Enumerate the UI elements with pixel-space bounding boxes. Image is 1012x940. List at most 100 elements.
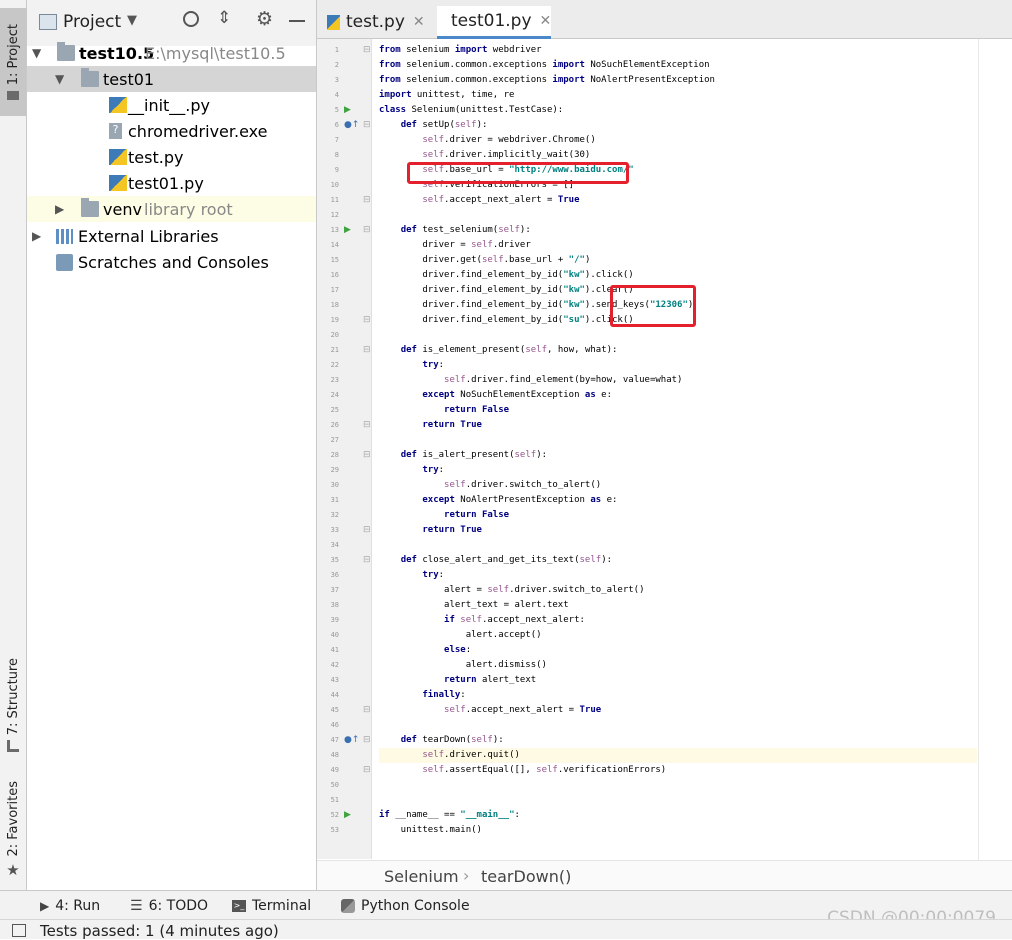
tab-test01-py[interactable]: test01.py ✕: [437, 6, 551, 39]
code-line[interactable]: alert.accept(): [379, 628, 977, 643]
code-line[interactable]: [379, 793, 977, 808]
tree-item-init-py[interactable]: __init__.py: [27, 92, 316, 118]
code-line[interactable]: alert_text = alert.text: [379, 598, 977, 613]
code-line[interactable]: from selenium.common.exceptions import N…: [379, 73, 977, 88]
terminal-tool-button[interactable]: >_ Terminal: [232, 891, 311, 920]
code-line[interactable]: from selenium import webdriver: [379, 43, 977, 58]
code-line[interactable]: except NoSuchElementException as e:: [379, 388, 977, 403]
run-tool-button[interactable]: ▶ 4: Run: [40, 891, 100, 920]
chevron-down-icon[interactable]: ▼: [127, 13, 137, 28]
fold-icon[interactable]: ⊟: [363, 555, 371, 565]
chevron-right-icon[interactable]: ▶: [32, 229, 41, 243]
code-line[interactable]: return alert_text: [379, 673, 977, 688]
override-gutter-icon[interactable]: ●↑: [344, 735, 359, 745]
todo-tool-button[interactable]: ☰ 6: TODO: [130, 891, 208, 920]
code-line[interactable]: def test_selenium(self):: [379, 223, 977, 238]
python-console-tool-button[interactable]: Python Console: [341, 891, 470, 920]
code-line[interactable]: def close_alert_and_get_its_text(self):: [379, 553, 977, 568]
code-line[interactable]: driver = self.driver: [379, 238, 977, 253]
tree-item-scratches[interactable]: Scratches and Consoles: [27, 249, 316, 275]
tree-item-venv[interactable]: ▶ venv library root: [27, 196, 316, 222]
fold-icon[interactable]: ⊟: [363, 345, 371, 355]
code-line[interactable]: driver.find_element_by_id("kw").click(): [379, 268, 977, 283]
code-line[interactable]: class Selenium(unittest.TestCase):: [379, 103, 977, 118]
code-line[interactable]: def tearDown(self):: [379, 733, 977, 748]
code-line[interactable]: self.assertEqual([], self.verificationEr…: [379, 763, 977, 778]
code-line[interactable]: [379, 718, 977, 733]
close-icon[interactable]: ✕: [413, 14, 425, 30]
favorites-tool-tab[interactable]: 2: Favorites ★: [0, 780, 26, 880]
collapse-all-icon[interactable]: ⇕: [217, 8, 231, 28]
fold-icon[interactable]: ⊟: [363, 315, 371, 325]
chevron-down-icon[interactable]: ▼: [55, 72, 64, 86]
code-line[interactable]: return True: [379, 523, 977, 538]
chevron-down-icon[interactable]: ▼: [32, 46, 41, 60]
fold-icon[interactable]: ⊟: [363, 225, 371, 235]
code-line[interactable]: self.driver.implicitly_wait(30): [379, 148, 977, 163]
code-line[interactable]: return True: [379, 418, 977, 433]
code-line[interactable]: try:: [379, 463, 977, 478]
close-icon[interactable]: ✕: [540, 13, 552, 29]
tree-item-test-py[interactable]: test.py: [27, 144, 316, 170]
tree-item-chromedriver[interactable]: ? chromedriver.exe: [27, 118, 316, 144]
run-gutter-icon[interactable]: ▶: [344, 105, 351, 115]
code-line[interactable]: [379, 208, 977, 223]
breadcrumb-method[interactable]: tearDown(): [481, 867, 571, 886]
code-line[interactable]: finally:: [379, 688, 977, 703]
code-line[interactable]: if self.accept_next_alert:: [379, 613, 977, 628]
code-line[interactable]: def is_element_present(self, how, what):: [379, 343, 977, 358]
code-line[interactable]: [379, 433, 977, 448]
code-line[interactable]: alert = self.driver.switch_to_alert(): [379, 583, 977, 598]
code-line[interactable]: def setUp(self):: [379, 118, 977, 133]
code-line[interactable]: try:: [379, 568, 977, 583]
tool-windows-icon[interactable]: [12, 924, 26, 937]
fold-icon[interactable]: ⊟: [363, 45, 371, 55]
fold-icon[interactable]: ⊟: [363, 195, 371, 205]
minimize-icon[interactable]: [289, 20, 305, 22]
code-line[interactable]: self.driver = webdriver.Chrome(): [379, 133, 977, 148]
code-line[interactable]: driver.get(self.base_url + "/"): [379, 253, 977, 268]
code-line[interactable]: self.accept_next_alert = True: [379, 193, 977, 208]
code-line[interactable]: unittest.main(): [379, 823, 977, 838]
code-line[interactable]: else:: [379, 643, 977, 658]
fold-icon[interactable]: ⊟: [363, 735, 371, 745]
project-tool-tab[interactable]: 1: Project: [0, 8, 26, 116]
chevron-right-icon[interactable]: ▶: [55, 202, 64, 216]
fold-icon[interactable]: ⊟: [363, 120, 371, 130]
structure-tool-tab[interactable]: 7: Structure: [0, 655, 26, 755]
target-icon[interactable]: [183, 11, 199, 27]
code-line[interactable]: except NoAlertPresentException as e:: [379, 493, 977, 508]
code-line[interactable]: [379, 778, 977, 793]
code-line[interactable]: return False: [379, 403, 977, 418]
code-line[interactable]: [379, 538, 977, 553]
code-line[interactable]: import unittest, time, re: [379, 88, 977, 103]
code-line[interactable]: self.accept_next_alert = True: [379, 703, 977, 718]
project-panel-title[interactable]: Project: [63, 12, 121, 32]
breadcrumb-class[interactable]: Selenium: [384, 867, 459, 886]
code-line[interactable]: self.driver.find_element(by=how, value=w…: [379, 373, 977, 388]
fold-icon[interactable]: ⊟: [363, 765, 371, 775]
run-gutter-icon[interactable]: ▶: [344, 810, 351, 820]
code-line[interactable]: if __name__ == "__main__":: [379, 808, 977, 823]
tree-item-test01[interactable]: ▼ test01: [27, 66, 316, 92]
tab-test-py[interactable]: test.py ✕: [327, 6, 435, 38]
fold-icon[interactable]: ⊟: [363, 420, 371, 430]
code-line[interactable]: self.driver.switch_to_alert(): [379, 478, 977, 493]
editor-gutter[interactable]: 1 2 3 4 5 6 7 8 9 10 11 12 13 14 15 16 17 18 19 20 21 22 23 24 2…: [317, 39, 372, 859]
fold-icon[interactable]: ⊟: [363, 525, 371, 535]
code-line[interactable]: from selenium.common.exceptions import N…: [379, 58, 977, 73]
fold-icon[interactable]: ⊟: [363, 450, 371, 460]
code-line[interactable]: self.driver.quit(): [379, 748, 977, 763]
override-gutter-icon[interactable]: ●↑: [344, 120, 359, 130]
code-line[interactable]: [379, 328, 977, 343]
code-line[interactable]: try:: [379, 358, 977, 373]
tree-item-external-libraries[interactable]: ▶ External Libraries: [27, 223, 316, 249]
code-line[interactable]: return False: [379, 508, 977, 523]
code-line[interactable]: def is_alert_present(self):: [379, 448, 977, 463]
code-line[interactable]: alert.dismiss(): [379, 658, 977, 673]
run-gutter-icon[interactable]: ▶: [344, 225, 351, 235]
gear-icon[interactable]: ⚙: [256, 8, 273, 30]
tree-item-test01-py[interactable]: test01.py: [27, 170, 316, 196]
tree-item-test10-5[interactable]: ▼ test10.5 E:\mysql\test10.5: [27, 40, 316, 66]
fold-icon[interactable]: ⊟: [363, 705, 371, 715]
